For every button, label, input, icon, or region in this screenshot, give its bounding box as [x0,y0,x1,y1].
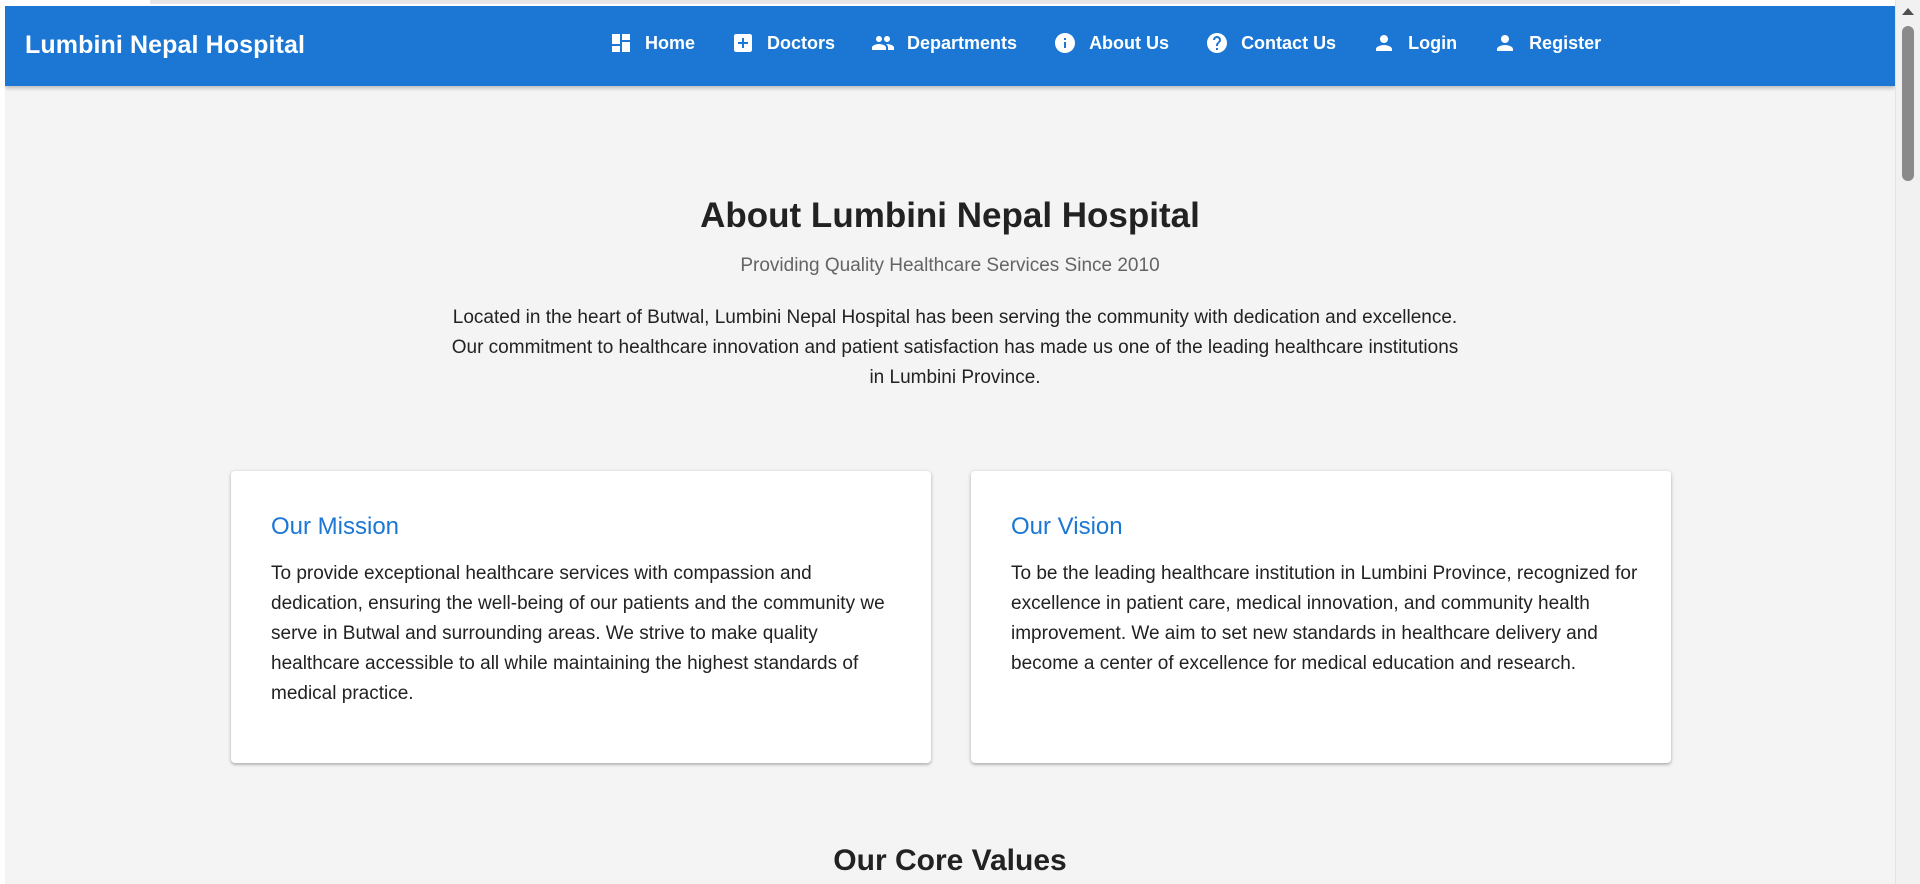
nav-departments-label: Departments [907,32,1018,53]
app-bar: Lumbini Nepal Hospital Home Doctors Depa… [5,6,1895,86]
nav-register[interactable]: Register [1493,31,1601,55]
mission-title: Our Mission [271,513,400,540]
help-icon [1205,31,1229,55]
page-subtitle: Providing Quality Healthcare Services Si… [740,255,1160,276]
nav-about-us-label: About Us [1089,32,1170,53]
dashboard-icon [609,31,633,55]
main-navigation: Home Doctors Departments About Us Contac… [609,31,1601,55]
vision-title: Our Vision [1011,513,1123,540]
nav-home-label: Home [645,32,696,53]
nav-about-us[interactable]: About Us [1053,31,1169,55]
brand-title[interactable]: Lumbini Nepal Hospital [25,31,305,60]
vision-card: Our Vision To be the leading healthcare … [971,471,1671,763]
vertical-scrollbar[interactable] [1895,0,1920,884]
scrollbar-thumb[interactable] [1902,26,1914,181]
nav-home[interactable]: Home [609,31,695,55]
nav-login-label: Login [1408,32,1458,53]
person-icon [1493,31,1517,55]
people-icon [871,31,895,55]
browser-top-edge [150,0,1680,4]
vision-text: To be the leading healthcare institution… [1011,563,1638,674]
nav-doctors[interactable]: Doctors [731,31,835,55]
nav-contact-us-label: Contact Us [1241,32,1337,53]
page-title: About Lumbini Nepal Hospital [700,196,1200,235]
medical-plus-icon [731,31,755,55]
mission-card: Our Mission To provide exceptional healt… [231,471,931,763]
page-content: Lumbini Nepal Hospital Home Doctors Depa… [5,6,1895,884]
core-values-title: Our Core Values [833,844,1067,877]
scroll-up-arrow-icon[interactable] [1902,8,1914,15]
person-icon [1372,31,1396,55]
mission-text: To provide exceptional healthcare servic… [271,563,885,704]
nav-departments[interactable]: Departments [871,31,1017,55]
nav-doctors-label: Doctors [767,32,836,53]
about-intro-text: Located in the heart of Butwal, Lumbini … [451,307,1459,388]
nav-contact-us[interactable]: Contact Us [1205,31,1336,55]
info-icon [1053,31,1077,55]
nav-register-label: Register [1529,32,1602,53]
nav-login[interactable]: Login [1372,31,1457,55]
